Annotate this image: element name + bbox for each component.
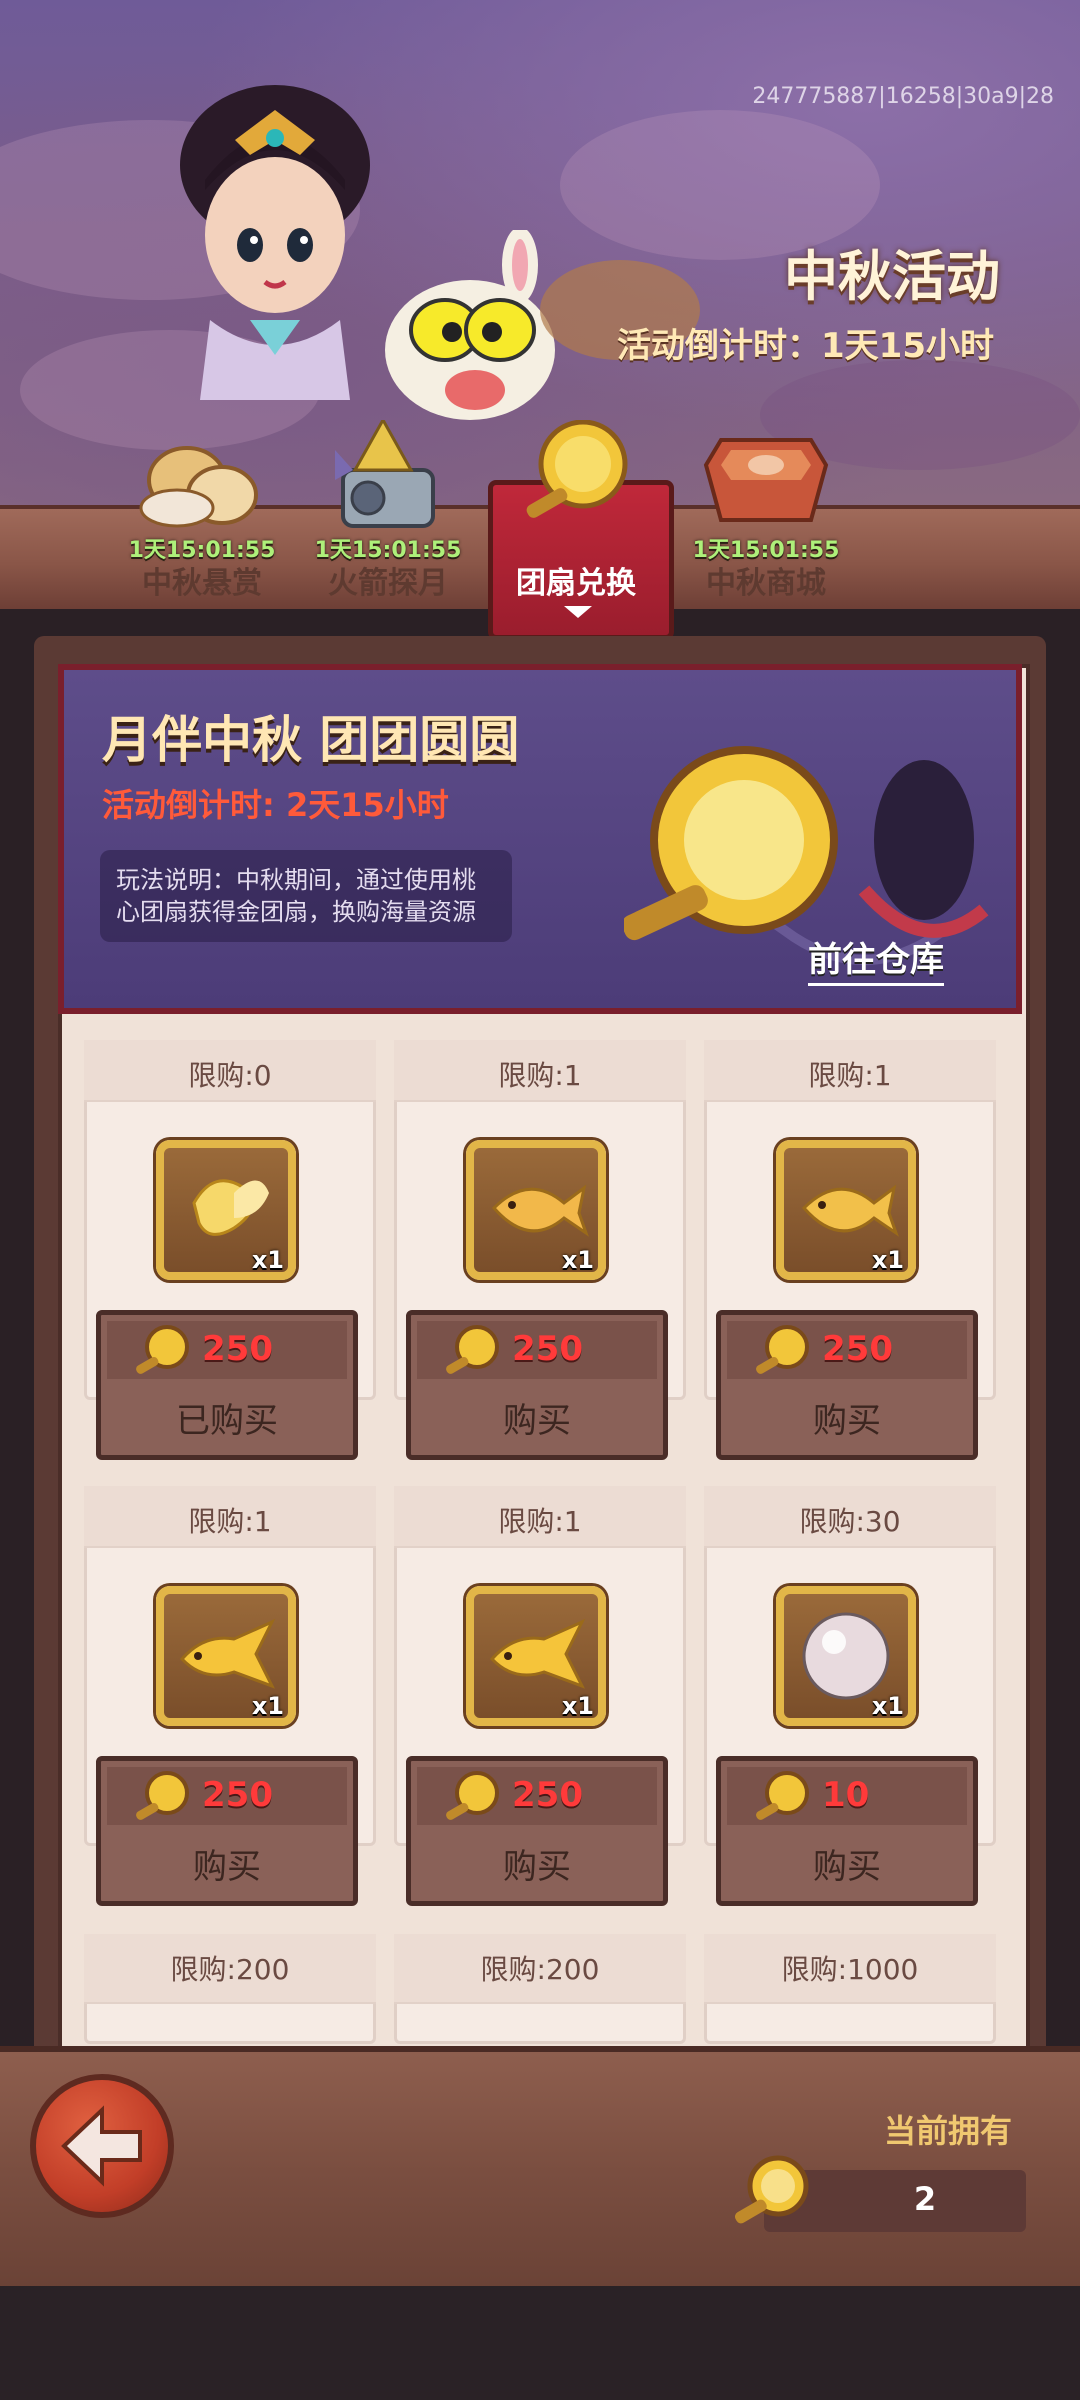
event-description: 玩法说明：中秋期间，通过使用桃心团扇获得金团扇，换购海量资源 [100, 850, 512, 942]
buy-button-label: 购买 [193, 1847, 261, 1887]
price-row: 250 [417, 1321, 657, 1379]
shop-item: 限购:1 x1 250 购买 [84, 1486, 376, 1906]
shop-item: 限购:1 x1 250 购买 [704, 1040, 996, 1460]
purchase-limit: 限购:1 [808, 1059, 892, 1092]
golden-fan-coin-icon [446, 1771, 499, 1820]
item-price: 250 [202, 1329, 273, 1369]
purchase-limit: 限购:200 [480, 1953, 600, 1986]
tab-fan-exchange[interactable]: 团扇兑换 [496, 420, 656, 618]
event-card-title: 月伴中秋 团团圆圆 [102, 711, 520, 769]
item-limit-bar: 限购:1 [704, 1040, 996, 1102]
user-id-text: 247775887|16258|30a9|28 [752, 84, 1054, 109]
back-arrow-icon [61, 2105, 142, 2187]
tab-label: 中秋商城 [706, 566, 826, 601]
item-icon-frame[interactable]: x1 [156, 1586, 296, 1726]
item-quantity: x1 [561, 1692, 594, 1720]
golden-fan-coin-icon [756, 1325, 809, 1374]
buy-button[interactable]: 250 购买 [406, 1310, 668, 1460]
shop-item: 限购:1 x1 250 购买 [394, 1486, 686, 1906]
shop-item: 限购:1 x1 250 购买 [394, 1040, 686, 1460]
price-row: 250 [107, 1321, 347, 1379]
shop-item: 限购:30 x1 10 购买 [704, 1486, 996, 1906]
price-row: 10 [727, 1767, 967, 1825]
event-card-countdown: 活动倒计时: 2天15小时 [102, 786, 449, 824]
golden-fan-icon [526, 420, 628, 518]
item-price: 250 [202, 1775, 273, 1815]
item-limit-bar: 限购:1 [394, 1486, 686, 1548]
item-quantity: x1 [871, 1246, 904, 1274]
item-limit-bar: 限购:1000 [704, 1934, 996, 2004]
purchase-limit: 限购:1000 [781, 1953, 919, 1986]
golden-fan-coin-icon [446, 1325, 499, 1374]
buy-button[interactable]: 250 购买 [96, 1756, 358, 1906]
item-limit-bar: 限购:1 [394, 1040, 686, 1102]
shop-item: 限购:0 x1 250 已购买 [84, 1040, 376, 1460]
item-quantity: x1 [871, 1692, 904, 1720]
item-limit-bar: 限购:200 [394, 1934, 686, 2004]
item-limit-bar: 限购:1 [84, 1486, 376, 1548]
buy-button[interactable]: 250 购买 [406, 1756, 668, 1906]
back-button[interactable] [30, 2074, 174, 2218]
item-price: 250 [822, 1329, 893, 1369]
item-icon-frame[interactable]: x1 [156, 1140, 296, 1280]
item-limit-bar: 限购:30 [704, 1486, 996, 1548]
tab-active-arrow-icon [564, 606, 592, 618]
golden-fan-coin-icon [136, 1771, 189, 1820]
buy-button-label: 购买 [503, 1401, 571, 1441]
item-price: 10 [822, 1775, 870, 1815]
item-limit-bar: 限购:200 [84, 1934, 376, 2004]
item-quantity: x1 [251, 1246, 284, 1274]
shop-item: 限购:200 [394, 1934, 686, 2046]
event-title: 中秋活动 [784, 245, 1000, 308]
item-quantity: x1 [561, 1246, 594, 1274]
purchase-limit: 限购:30 [799, 1505, 901, 1538]
buy-button[interactable]: 250 购买 [716, 1310, 978, 1460]
buy-button-label: 已购买 [176, 1401, 278, 1441]
purchase-limit: 限购:0 [188, 1059, 272, 1092]
mooncake-cloud-icon [139, 446, 258, 528]
purchase-limit: 限购:200 [170, 1953, 290, 1986]
purchase-limit: 限购:1 [498, 1059, 582, 1092]
buy-button[interactable]: 10 购买 [716, 1756, 978, 1906]
item-icon-frame[interactable]: x1 [776, 1140, 916, 1280]
golden-fan-coin-icon [734, 2155, 809, 2224]
item-limit-bar: 限购:0 [84, 1040, 376, 1102]
item-price: 250 [512, 1329, 583, 1369]
tab-label: 火箭探月 [328, 566, 448, 601]
buy-button-label: 购买 [813, 1847, 881, 1887]
buy-button-label: 购买 [503, 1847, 571, 1887]
go-to-warehouse-link[interactable]: 前往仓库 [808, 932, 944, 986]
tab-mid-autumn-shop[interactable]: 1天15:01:55 中秋商城 [686, 420, 846, 601]
item-icon-frame[interactable]: x1 [466, 1140, 606, 1280]
price-row: 250 [417, 1767, 657, 1825]
shop-item: 限购:200 [84, 1934, 376, 2046]
item-quantity: x1 [251, 1692, 284, 1720]
purchase-limit: 限购:1 [188, 1505, 272, 1538]
event-countdown: 活动倒计时：1天15小时 [617, 326, 994, 366]
rocket-icon [335, 420, 435, 528]
price-row: 250 [107, 1767, 347, 1825]
buy-button-label: 购买 [813, 1401, 881, 1441]
item-icon-frame[interactable]: x1 [776, 1586, 916, 1726]
tab-mid-autumn-bounty[interactable]: 1天15:01:55 中秋悬赏 [122, 420, 282, 601]
gift-box-icon [703, 438, 829, 522]
item-price: 250 [512, 1775, 583, 1815]
bottom-edge [0, 2286, 1080, 2400]
golden-fan-coin-icon [756, 1771, 809, 1820]
event-info-card: 月伴中秋 团团圆圆 活动倒计时: 2天15小时 玩法说明：中秋期间，通过使用桃心… [58, 664, 1022, 1014]
tab-rocket-moon[interactable]: 1天15:01:55 火箭探月 [308, 420, 468, 601]
item-icon-frame[interactable]: x1 [466, 1586, 606, 1726]
buy-button[interactable]: 250 已购买 [96, 1310, 358, 1460]
shop-item: 限购:1000 [704, 1934, 996, 2046]
owned-label: 当前拥有 [883, 2112, 1012, 2150]
tab-label: 团扇兑换 [516, 566, 636, 601]
price-row: 250 [727, 1321, 967, 1379]
tab-label: 中秋悬赏 [142, 566, 262, 601]
golden-fan-coin-icon [136, 1325, 189, 1374]
purchase-limit: 限购:1 [498, 1505, 582, 1538]
